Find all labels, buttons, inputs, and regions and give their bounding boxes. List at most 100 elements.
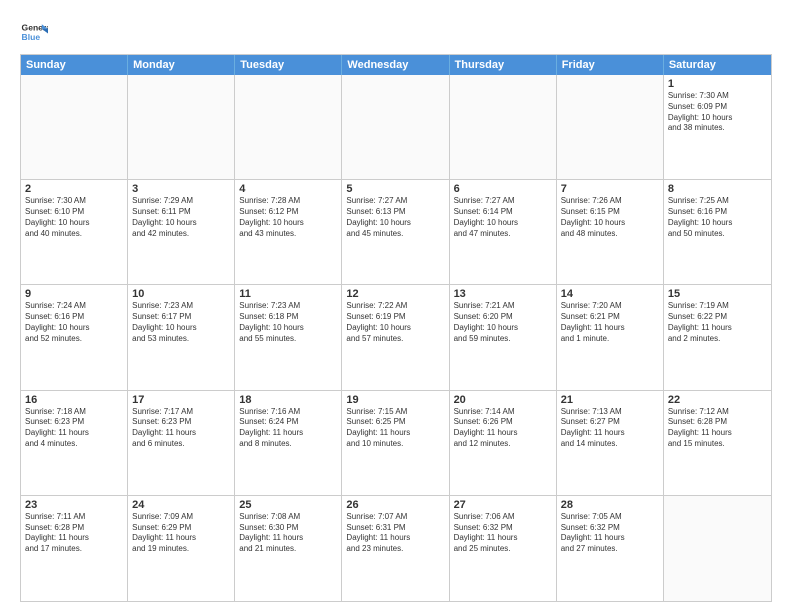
- weekday-header-wednesday: Wednesday: [342, 55, 449, 75]
- day-number: 28: [561, 499, 659, 511]
- calendar-cell: 13Sunrise: 7:21 AM Sunset: 6:20 PM Dayli…: [450, 285, 557, 389]
- day-number: 25: [239, 499, 337, 511]
- calendar-row-5: 23Sunrise: 7:11 AM Sunset: 6:28 PM Dayli…: [21, 496, 771, 601]
- day-info: Sunrise: 7:30 AM Sunset: 6:10 PM Dayligh…: [25, 196, 123, 239]
- calendar-cell: 10Sunrise: 7:23 AM Sunset: 6:17 PM Dayli…: [128, 285, 235, 389]
- day-number: 10: [132, 288, 230, 300]
- calendar-cell: 23Sunrise: 7:11 AM Sunset: 6:28 PM Dayli…: [21, 496, 128, 601]
- calendar-cell: 22Sunrise: 7:12 AM Sunset: 6:28 PM Dayli…: [664, 391, 771, 495]
- day-info: Sunrise: 7:08 AM Sunset: 6:30 PM Dayligh…: [239, 512, 337, 555]
- day-info: Sunrise: 7:23 AM Sunset: 6:18 PM Dayligh…: [239, 301, 337, 344]
- day-info: Sunrise: 7:16 AM Sunset: 6:24 PM Dayligh…: [239, 407, 337, 450]
- calendar-cell: [235, 75, 342, 179]
- calendar-cell: [557, 75, 664, 179]
- calendar-cell: 20Sunrise: 7:14 AM Sunset: 6:26 PM Dayli…: [450, 391, 557, 495]
- calendar-cell: 16Sunrise: 7:18 AM Sunset: 6:23 PM Dayli…: [21, 391, 128, 495]
- logo: General Blue: [20, 18, 52, 46]
- calendar-cell: 17Sunrise: 7:17 AM Sunset: 6:23 PM Dayli…: [128, 391, 235, 495]
- day-number: 1: [668, 78, 767, 90]
- day-number: 23: [25, 499, 123, 511]
- calendar-row-4: 16Sunrise: 7:18 AM Sunset: 6:23 PM Dayli…: [21, 391, 771, 496]
- day-info: Sunrise: 7:14 AM Sunset: 6:26 PM Dayligh…: [454, 407, 552, 450]
- calendar-cell: 3Sunrise: 7:29 AM Sunset: 6:11 PM Daylig…: [128, 180, 235, 284]
- calendar-cell: 5Sunrise: 7:27 AM Sunset: 6:13 PM Daylig…: [342, 180, 449, 284]
- day-info: Sunrise: 7:25 AM Sunset: 6:16 PM Dayligh…: [668, 196, 767, 239]
- day-info: Sunrise: 7:20 AM Sunset: 6:21 PM Dayligh…: [561, 301, 659, 344]
- day-number: 27: [454, 499, 552, 511]
- day-number: 2: [25, 183, 123, 195]
- day-number: 7: [561, 183, 659, 195]
- day-number: 12: [346, 288, 444, 300]
- day-info: Sunrise: 7:30 AM Sunset: 6:09 PM Dayligh…: [668, 91, 767, 134]
- calendar-cell: 19Sunrise: 7:15 AM Sunset: 6:25 PM Dayli…: [342, 391, 449, 495]
- calendar-cell: 26Sunrise: 7:07 AM Sunset: 6:31 PM Dayli…: [342, 496, 449, 601]
- svg-text:Blue: Blue: [22, 32, 41, 42]
- day-number: 21: [561, 394, 659, 406]
- day-info: Sunrise: 7:18 AM Sunset: 6:23 PM Dayligh…: [25, 407, 123, 450]
- day-info: Sunrise: 7:24 AM Sunset: 6:16 PM Dayligh…: [25, 301, 123, 344]
- calendar-cell: 11Sunrise: 7:23 AM Sunset: 6:18 PM Dayli…: [235, 285, 342, 389]
- day-info: Sunrise: 7:11 AM Sunset: 6:28 PM Dayligh…: [25, 512, 123, 555]
- day-info: Sunrise: 7:15 AM Sunset: 6:25 PM Dayligh…: [346, 407, 444, 450]
- day-info: Sunrise: 7:27 AM Sunset: 6:13 PM Dayligh…: [346, 196, 444, 239]
- calendar-header: SundayMondayTuesdayWednesdayThursdayFrid…: [21, 55, 771, 75]
- day-info: Sunrise: 7:17 AM Sunset: 6:23 PM Dayligh…: [132, 407, 230, 450]
- calendar-body: 1Sunrise: 7:30 AM Sunset: 6:09 PM Daylig…: [21, 75, 771, 601]
- day-info: Sunrise: 7:19 AM Sunset: 6:22 PM Dayligh…: [668, 301, 767, 344]
- calendar-cell: 14Sunrise: 7:20 AM Sunset: 6:21 PM Dayli…: [557, 285, 664, 389]
- calendar-cell: [128, 75, 235, 179]
- weekday-header-friday: Friday: [557, 55, 664, 75]
- header: General Blue: [20, 18, 772, 46]
- day-number: 13: [454, 288, 552, 300]
- day-info: Sunrise: 7:06 AM Sunset: 6:32 PM Dayligh…: [454, 512, 552, 555]
- day-number: 24: [132, 499, 230, 511]
- day-number: 20: [454, 394, 552, 406]
- weekday-header-monday: Monday: [128, 55, 235, 75]
- page: General Blue SundayMondayTuesdayWednesda…: [0, 0, 792, 612]
- calendar: SundayMondayTuesdayWednesdayThursdayFrid…: [20, 54, 772, 602]
- calendar-cell: 1Sunrise: 7:30 AM Sunset: 6:09 PM Daylig…: [664, 75, 771, 179]
- weekday-header-saturday: Saturday: [664, 55, 771, 75]
- calendar-cell: 2Sunrise: 7:30 AM Sunset: 6:10 PM Daylig…: [21, 180, 128, 284]
- day-number: 9: [25, 288, 123, 300]
- day-number: 11: [239, 288, 337, 300]
- calendar-cell: [342, 75, 449, 179]
- day-number: 19: [346, 394, 444, 406]
- calendar-cell: 15Sunrise: 7:19 AM Sunset: 6:22 PM Dayli…: [664, 285, 771, 389]
- day-info: Sunrise: 7:21 AM Sunset: 6:20 PM Dayligh…: [454, 301, 552, 344]
- logo-icon: General Blue: [20, 18, 48, 46]
- day-info: Sunrise: 7:09 AM Sunset: 6:29 PM Dayligh…: [132, 512, 230, 555]
- day-info: Sunrise: 7:22 AM Sunset: 6:19 PM Dayligh…: [346, 301, 444, 344]
- weekday-header-sunday: Sunday: [21, 55, 128, 75]
- day-info: Sunrise: 7:07 AM Sunset: 6:31 PM Dayligh…: [346, 512, 444, 555]
- day-number: 14: [561, 288, 659, 300]
- calendar-cell: 21Sunrise: 7:13 AM Sunset: 6:27 PM Dayli…: [557, 391, 664, 495]
- calendar-cell: [664, 496, 771, 601]
- day-number: 8: [668, 183, 767, 195]
- day-number: 6: [454, 183, 552, 195]
- day-number: 18: [239, 394, 337, 406]
- day-info: Sunrise: 7:05 AM Sunset: 6:32 PM Dayligh…: [561, 512, 659, 555]
- day-number: 3: [132, 183, 230, 195]
- day-info: Sunrise: 7:28 AM Sunset: 6:12 PM Dayligh…: [239, 196, 337, 239]
- calendar-cell: 7Sunrise: 7:26 AM Sunset: 6:15 PM Daylig…: [557, 180, 664, 284]
- calendar-cell: 8Sunrise: 7:25 AM Sunset: 6:16 PM Daylig…: [664, 180, 771, 284]
- day-number: 26: [346, 499, 444, 511]
- calendar-cell: 9Sunrise: 7:24 AM Sunset: 6:16 PM Daylig…: [21, 285, 128, 389]
- day-info: Sunrise: 7:12 AM Sunset: 6:28 PM Dayligh…: [668, 407, 767, 450]
- calendar-cell: 18Sunrise: 7:16 AM Sunset: 6:24 PM Dayli…: [235, 391, 342, 495]
- calendar-row-2: 2Sunrise: 7:30 AM Sunset: 6:10 PM Daylig…: [21, 180, 771, 285]
- calendar-cell: 4Sunrise: 7:28 AM Sunset: 6:12 PM Daylig…: [235, 180, 342, 284]
- calendar-cell: 6Sunrise: 7:27 AM Sunset: 6:14 PM Daylig…: [450, 180, 557, 284]
- weekday-header-tuesday: Tuesday: [235, 55, 342, 75]
- day-number: 22: [668, 394, 767, 406]
- calendar-cell: 12Sunrise: 7:22 AM Sunset: 6:19 PM Dayli…: [342, 285, 449, 389]
- day-number: 15: [668, 288, 767, 300]
- calendar-cell: 27Sunrise: 7:06 AM Sunset: 6:32 PM Dayli…: [450, 496, 557, 601]
- day-number: 5: [346, 183, 444, 195]
- calendar-cell: 25Sunrise: 7:08 AM Sunset: 6:30 PM Dayli…: [235, 496, 342, 601]
- day-info: Sunrise: 7:27 AM Sunset: 6:14 PM Dayligh…: [454, 196, 552, 239]
- day-number: 16: [25, 394, 123, 406]
- calendar-cell: 24Sunrise: 7:09 AM Sunset: 6:29 PM Dayli…: [128, 496, 235, 601]
- weekday-header-thursday: Thursday: [450, 55, 557, 75]
